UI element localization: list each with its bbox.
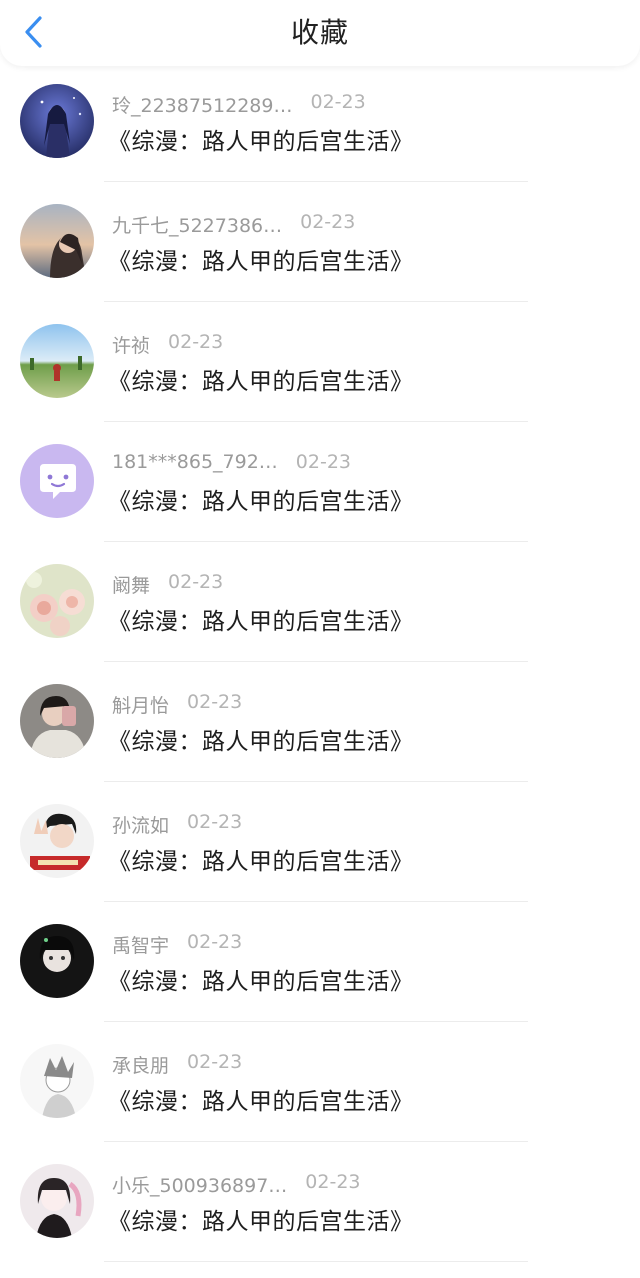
username: 斛月怡 <box>112 695 170 717</box>
item-meta: 玲_22387512289… 02-23 <box>112 91 366 118</box>
avatar[interactable] <box>20 564 94 638</box>
avatar[interactable] <box>20 204 94 278</box>
item-meta: 承良朋 02-23 <box>112 1051 242 1078</box>
date: 02-23 <box>300 211 356 233</box>
book-title[interactable]: 《综漫：路人甲的后宫生活》 <box>108 842 414 876</box>
divider <box>104 301 528 302</box>
avatar-image <box>20 324 94 398</box>
item-meta: 阚舞 02-23 <box>112 571 223 598</box>
divider <box>104 781 528 782</box>
date: 02-23 <box>187 931 243 953</box>
item-meta: 斛月怡 02-23 <box>112 691 242 718</box>
username: 孙流如 <box>112 815 170 837</box>
divider <box>104 541 528 542</box>
avatar[interactable] <box>20 684 94 758</box>
list-item[interactable]: 阚舞 02-23 《综漫：路人甲的后宫生活》 <box>0 544 640 664</box>
divider <box>104 901 528 902</box>
avatar-image <box>20 84 94 158</box>
avatar-image <box>20 1044 94 1118</box>
divider <box>104 661 528 662</box>
divider <box>104 1021 528 1022</box>
list-item[interactable]: 许祯 02-23 《综漫：路人甲的后宫生活》 <box>0 304 640 424</box>
avatar[interactable] <box>20 1044 94 1118</box>
book-title[interactable]: 《综漫：路人甲的后宫生活》 <box>108 722 414 756</box>
avatar[interactable] <box>20 924 94 998</box>
book-title[interactable]: 《综漫：路人甲的后宫生活》 <box>108 362 414 396</box>
book-title[interactable]: 《综漫：路人甲的后宫生活》 <box>108 1202 414 1236</box>
item-meta: 181***865_792… 02-23 <box>112 451 351 473</box>
avatar[interactable] <box>20 324 94 398</box>
avatar-image <box>20 1164 94 1238</box>
list-item[interactable]: 斛月怡 02-23 《综漫：路人甲的后宫生活》 <box>0 664 640 784</box>
list-item[interactable]: 九千七_5227386… 02-23 《综漫：路人甲的后宫生活》 <box>0 184 640 304</box>
book-title[interactable]: 《综漫：路人甲的后宫生活》 <box>108 242 414 276</box>
avatar-image <box>20 204 94 278</box>
list-item[interactable]: 小乐_500936897… 02-23 《综漫：路人甲的后宫生活》 <box>0 1144 640 1264</box>
divider <box>104 1261 528 1262</box>
divider <box>104 421 528 422</box>
top-bar: 收藏 <box>0 0 640 66</box>
username: 许祯 <box>112 335 151 357</box>
avatar-image <box>20 804 94 878</box>
avatar[interactable] <box>20 1164 94 1238</box>
book-title[interactable]: 《综漫：路人甲的后宫生活》 <box>108 962 414 996</box>
divider <box>104 1141 528 1142</box>
username: 禹智宇 <box>112 935 170 957</box>
favorites-list: 玲_22387512289… 02-23 《综漫：路人甲的后宫生活》 九千七_5… <box>0 64 640 1264</box>
item-meta: 禹智宇 02-23 <box>112 931 242 958</box>
avatar-image <box>20 924 94 998</box>
date: 02-23 <box>295 451 352 473</box>
date: 02-23 <box>310 91 366 113</box>
book-title[interactable]: 《综漫：路人甲的后宫生活》 <box>108 602 414 636</box>
book-title[interactable]: 《综漫：路人甲的后宫生活》 <box>108 122 414 156</box>
avatar[interactable] <box>20 804 94 878</box>
list-item[interactable]: 玲_22387512289… 02-23 《综漫：路人甲的后宫生活》 <box>0 64 640 184</box>
list-item[interactable]: 承良朋 02-23 《综漫：路人甲的后宫生活》 <box>0 1024 640 1144</box>
username: 承良朋 <box>112 1055 170 1077</box>
date: 02-23 <box>187 691 243 713</box>
date: 02-23 <box>187 1051 243 1073</box>
list-item[interactable]: 181***865_792… 02-23 《综漫：路人甲的后宫生活》 <box>0 424 640 544</box>
avatar[interactable] <box>20 444 94 518</box>
avatar-image <box>20 684 94 758</box>
username: 玲_22387512289… <box>112 95 293 117</box>
item-meta: 许祯 02-23 <box>112 331 223 358</box>
username: 阚舞 <box>112 575 151 597</box>
date: 02-23 <box>187 811 243 833</box>
date: 02-23 <box>305 1171 361 1193</box>
avatar[interactable] <box>20 84 94 158</box>
date: 02-23 <box>168 331 224 353</box>
username: 小乐_500936897… <box>112 1175 288 1197</box>
item-meta: 小乐_500936897… 02-23 <box>112 1171 361 1198</box>
avatar-image <box>20 564 94 638</box>
list-item[interactable]: 孙流如 02-23 《综漫：路人甲的后宫生活》 <box>0 784 640 904</box>
item-meta: 九千七_5227386… 02-23 <box>112 211 355 238</box>
username: 九千七_5227386… <box>112 215 283 237</box>
list-item[interactable]: 禹智宇 02-23 《综漫：路人甲的后宫生活》 <box>0 904 640 1024</box>
book-title[interactable]: 《综漫：路人甲的后宫生活》 <box>108 1082 414 1116</box>
divider <box>104 181 528 182</box>
date: 02-23 <box>168 571 224 593</box>
book-title[interactable]: 《综漫：路人甲的后宫生活》 <box>108 482 414 516</box>
chat-bubble-icon <box>20 444 94 518</box>
page-title: 收藏 <box>290 16 349 49</box>
item-meta: 孙流如 02-23 <box>112 811 242 838</box>
username: 181***865_792… <box>112 451 278 473</box>
